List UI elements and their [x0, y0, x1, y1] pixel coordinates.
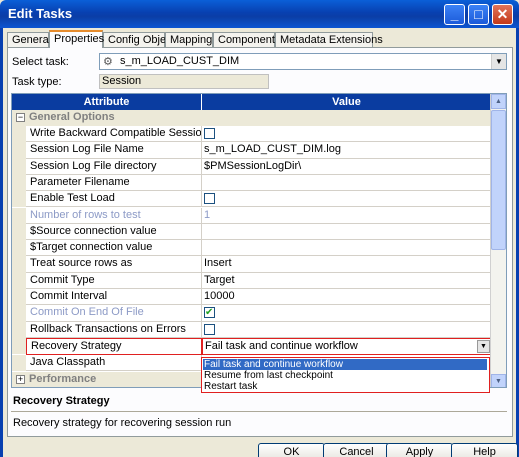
value-cell[interactable]: $PMSessionLogDir\: [202, 159, 492, 175]
table-row[interactable]: Enable Test Load: [12, 191, 492, 208]
tab-components[interactable]: Components: [213, 32, 280, 47]
scroll-down-icon[interactable]: ▼: [491, 374, 506, 387]
table-row[interactable]: $Target connection value: [12, 240, 492, 257]
collapse-icon[interactable]: −: [16, 113, 25, 122]
scroll-thumb[interactable]: [491, 110, 506, 250]
attribute-cell: Commit Interval: [26, 289, 202, 306]
value-cell[interactable]: Insert: [202, 256, 492, 273]
scroll-up-icon[interactable]: ▲: [491, 94, 506, 109]
chevron-down-icon[interactable]: ▼: [477, 340, 490, 353]
value-header[interactable]: Value: [202, 94, 492, 110]
recovery-strategy-options: Fail task and continue workflow Resume f…: [201, 357, 490, 393]
attribute-cell: Session Log File Name: [26, 142, 202, 159]
attribute-cell: Session Log File directory: [26, 158, 202, 175]
table-row[interactable]: Write Backward Compatible Session Log Fi…: [12, 126, 492, 143]
task-type-value: Session: [99, 74, 269, 89]
checkbox[interactable]: [204, 193, 215, 205]
checkbox[interactable]: [204, 128, 215, 139]
maximize-button[interactable]: □: [468, 4, 489, 25]
group-title: General Options: [29, 111, 115, 123]
apply-button[interactable]: Apply: [386, 443, 453, 457]
table-row[interactable]: Treat source rows as Insert: [12, 256, 492, 273]
tab-general[interactable]: General: [7, 32, 51, 47]
attribute-cell: Treat source rows as: [26, 256, 202, 273]
expand-icon[interactable]: +: [16, 375, 25, 384]
value-cell[interactable]: [202, 240, 492, 257]
table-row[interactable]: Number of rows to test 1: [12, 207, 492, 224]
value-cell[interactable]: s_m_LOAD_CUST_DIM.log: [202, 142, 492, 159]
checkbox[interactable]: [204, 323, 215, 335]
group-general-options[interactable]: − General Options: [12, 110, 492, 126]
attribute-cell: $Source connection value: [26, 223, 202, 241]
value-cell[interactable]: [202, 191, 492, 208]
tab-metadata-extensions[interactable]: Metadata Extensions: [275, 32, 383, 47]
attribute-cell: Commit On End Of File: [26, 305, 202, 322]
table-row[interactable]: Commit Interval 10000: [12, 289, 492, 306]
value-cell[interactable]: [202, 126, 492, 143]
chevron-down-icon[interactable]: ▼: [491, 54, 506, 69]
value-cell[interactable]: [202, 305, 492, 322]
attribute-cell: Rollback Transactions on Errors: [26, 321, 202, 338]
table-row[interactable]: Commit On End Of File: [12, 305, 492, 322]
table-row[interactable]: $Source connection value: [12, 223, 492, 241]
table-row[interactable]: Rollback Transactions on Errors: [12, 321, 492, 338]
value-cell[interactable]: [202, 175, 492, 192]
help-button[interactable]: Help: [451, 443, 518, 457]
session-icon: ⚙: [103, 56, 113, 68]
attribute-cell: Write Backward Compatible Session Log Fi…: [26, 126, 202, 143]
close-button[interactable]: ✕: [492, 4, 513, 25]
ok-button[interactable]: OK: [258, 443, 325, 457]
value-cell[interactable]: [202, 224, 492, 241]
attribute-header[interactable]: Attribute: [12, 94, 202, 110]
tab-config-object[interactable]: Config Object: [103, 32, 175, 47]
option-fail-task[interactable]: Fail task and continue workflow: [203, 359, 487, 370]
value-cell[interactable]: [202, 322, 492, 338]
tab-properties[interactable]: Properties: [49, 30, 104, 48]
group-title: Performance: [29, 373, 97, 385]
select-task-value: s_m_LOAD_CUST_DIM: [120, 55, 240, 67]
task-type-label: Task type:: [12, 76, 62, 88]
title-bar: Edit Tasks _ □ ✕: [0, 0, 519, 28]
recovery-strategy-label: Recovery Strategy: [26, 338, 202, 355]
cancel-button[interactable]: Cancel: [323, 443, 390, 457]
divider: [11, 411, 507, 412]
recovery-strategy-dropdown[interactable]: Fail task and continue workflow ▼: [202, 338, 492, 355]
table-row[interactable]: Parameter Filename: [12, 174, 492, 192]
tab-mapping[interactable]: Mapping: [165, 32, 213, 47]
description-text: Recovery strategy for recovering session…: [13, 417, 232, 429]
option-restart-task[interactable]: Restart task: [203, 381, 487, 392]
select-task-label: Select task:: [12, 56, 69, 68]
value-cell[interactable]: Target: [202, 273, 492, 289]
attribute-cell: Java Classpath: [26, 355, 202, 372]
option-resume-checkpoint[interactable]: Resume from last checkpoint: [203, 370, 487, 381]
table-row[interactable]: Session Log File Name s_m_LOAD_CUST_DIM.…: [12, 142, 492, 159]
description-title: Recovery Strategy: [13, 395, 110, 407]
attribute-cell: Parameter Filename: [26, 174, 202, 192]
properties-grid: Attribute Value − General Options Write …: [11, 93, 507, 388]
recovery-strategy-value: Fail task and continue workflow: [205, 340, 358, 352]
minimize-button[interactable]: _: [444, 4, 465, 25]
attribute-cell: Number of rows to test: [26, 207, 202, 224]
window-title: Edit Tasks: [8, 6, 73, 21]
checkbox[interactable]: [204, 305, 215, 320]
value-cell[interactable]: 1: [202, 208, 492, 224]
attribute-cell: $Target connection value: [26, 240, 202, 257]
attribute-cell: Commit Type: [26, 272, 202, 289]
value-cell[interactable]: 10000: [202, 289, 492, 306]
vertical-scrollbar[interactable]: ▲ ▼: [490, 94, 506, 387]
table-row[interactable]: Session Log File directory $PMSessionLog…: [12, 158, 492, 175]
select-task-dropdown[interactable]: ⚙ s_m_LOAD_CUST_DIM ▼: [99, 53, 507, 70]
attribute-cell: Enable Test Load: [26, 191, 202, 208]
table-row[interactable]: Commit Type Target: [12, 272, 492, 289]
